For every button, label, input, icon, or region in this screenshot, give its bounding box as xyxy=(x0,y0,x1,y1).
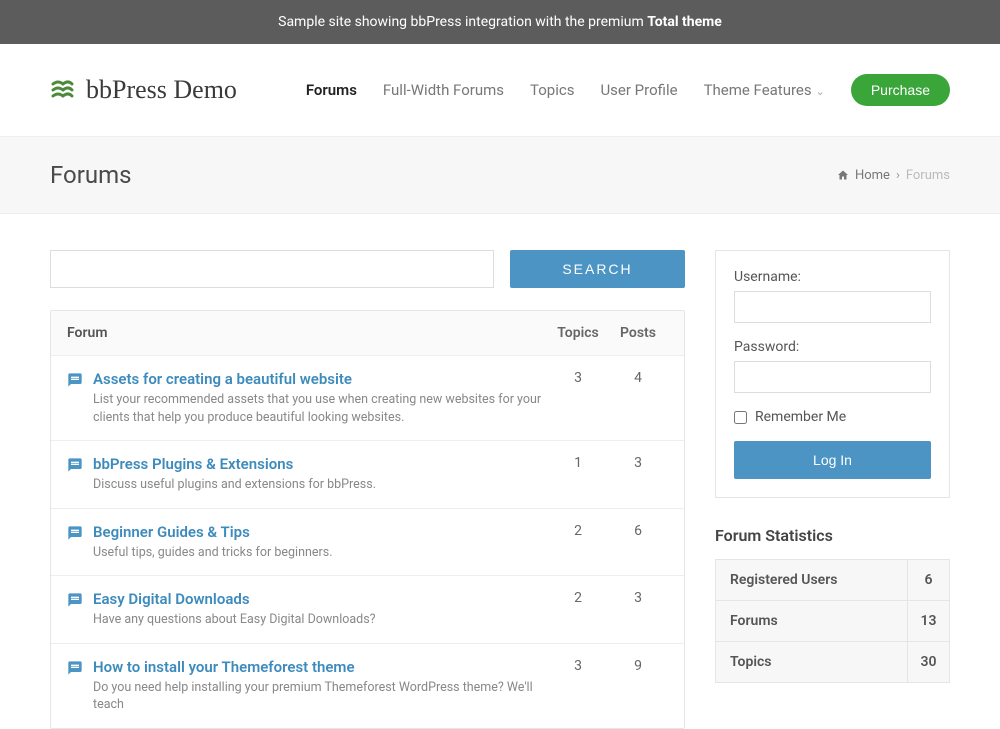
col-forum-header: Forum xyxy=(67,325,548,341)
search-button[interactable]: SEARCH xyxy=(510,250,685,288)
forum-topics-count: 2 xyxy=(548,590,608,606)
nav-full-width[interactable]: Full-Width Forums xyxy=(383,81,504,99)
forum-description: Have any questions about Easy Digital Do… xyxy=(93,611,548,629)
forum-topics-count: 1 xyxy=(548,455,608,471)
remember-label: Remember Me xyxy=(755,409,846,425)
banner-bold: Total theme xyxy=(647,14,722,30)
nav-theme-features-label: Theme Features xyxy=(704,81,812,99)
nav-topics[interactable]: Topics xyxy=(530,81,574,99)
col-posts-header: Posts xyxy=(608,325,668,341)
stats-item: Topics 30 xyxy=(715,641,950,683)
forum-topics-count: 3 xyxy=(548,658,608,674)
forum-posts-count: 3 xyxy=(608,455,668,471)
stats-item: Forums 13 xyxy=(715,600,950,642)
forum-table-header: Forum Topics Posts xyxy=(51,311,684,356)
chat-icon xyxy=(67,592,83,608)
login-button[interactable]: Log In xyxy=(734,441,931,479)
forum-topics-count: 3 xyxy=(548,370,608,386)
forum-link[interactable]: How to install your Themeforest theme xyxy=(93,658,548,676)
breadcrumb-separator: › xyxy=(896,168,900,183)
chevron-down-icon: ⌄ xyxy=(816,85,825,98)
sidebar: Username: Password: Remember Me Log In F… xyxy=(715,250,950,682)
search-input[interactable] xyxy=(50,250,494,288)
remember-checkbox[interactable] xyxy=(734,411,747,424)
banner-text: Sample site showing bbPress integration … xyxy=(278,14,647,30)
chat-icon xyxy=(67,660,83,676)
nav-forums[interactable]: Forums xyxy=(306,81,357,99)
chat-icon xyxy=(67,525,83,541)
logo-icon xyxy=(50,78,74,102)
password-input[interactable] xyxy=(734,361,931,393)
nav-user-profile[interactable]: User Profile xyxy=(600,81,677,99)
forum-row: How to install your Themeforest theme Do… xyxy=(51,644,684,728)
content-area: SEARCH Forum Topics Posts Assets for cre… xyxy=(50,250,685,729)
title-bar: Forums Home › Forums xyxy=(0,136,1000,214)
chat-icon xyxy=(67,457,83,473)
stats-value: 30 xyxy=(907,642,949,682)
forum-table: Forum Topics Posts Assets for creating a… xyxy=(50,310,685,729)
forum-description: Useful tips, guides and tricks for begin… xyxy=(93,544,548,562)
stats-label: Registered Users xyxy=(716,560,907,600)
page-title: Forums xyxy=(50,161,132,189)
forum-description: Discuss useful plugins and extensions fo… xyxy=(93,476,548,494)
forum-link[interactable]: Assets for creating a beautiful website xyxy=(93,370,548,388)
forum-link[interactable]: Easy Digital Downloads xyxy=(93,590,548,608)
nav-theme-features[interactable]: Theme Features ⌄ xyxy=(704,81,825,99)
forum-link[interactable]: Beginner Guides & Tips xyxy=(93,523,548,541)
col-topics-header: Topics xyxy=(548,325,608,341)
forum-stats-list: Registered Users 6 Forums 13 Topics 30 xyxy=(715,559,950,683)
forum-description: Do you need help installing your premium… xyxy=(93,679,548,714)
stats-label: Topics xyxy=(716,642,907,682)
stats-label: Forums xyxy=(716,601,907,641)
forum-posts-count: 3 xyxy=(608,590,668,606)
forum-posts-count: 9 xyxy=(608,658,668,674)
site-header: bbPress Demo Forums Full-Width Forums To… xyxy=(0,44,1000,136)
username-input[interactable] xyxy=(734,291,931,323)
forum-row: Easy Digital Downloads Have any question… xyxy=(51,576,684,644)
main-nav: Forums Full-Width Forums Topics User Pro… xyxy=(306,74,950,106)
search-row: SEARCH xyxy=(50,250,685,288)
login-box: Username: Password: Remember Me Log In xyxy=(715,250,950,498)
logo-text: bbPress Demo xyxy=(86,75,237,105)
forum-row: Assets for creating a beautiful website … xyxy=(51,356,684,441)
top-banner: Sample site showing bbPress integration … xyxy=(0,0,1000,44)
username-label: Username: xyxy=(734,269,931,285)
stats-item: Registered Users 6 xyxy=(715,559,950,601)
forum-posts-count: 4 xyxy=(608,370,668,386)
logo[interactable]: bbPress Demo xyxy=(50,75,237,105)
breadcrumb: Home › Forums xyxy=(837,168,950,183)
main-content: SEARCH Forum Topics Posts Assets for cre… xyxy=(0,214,1000,729)
purchase-button[interactable]: Purchase xyxy=(851,74,950,106)
forum-stats-heading: Forum Statistics xyxy=(715,526,950,545)
forum-row: bbPress Plugins & Extensions Discuss use… xyxy=(51,441,684,509)
forum-topics-count: 2 xyxy=(548,523,608,539)
stats-value: 6 xyxy=(907,560,949,600)
home-icon xyxy=(837,169,849,181)
breadcrumb-current: Forums xyxy=(906,168,950,183)
forum-row: Beginner Guides & Tips Useful tips, guid… xyxy=(51,509,684,577)
breadcrumb-home[interactable]: Home xyxy=(855,168,890,183)
password-label: Password: xyxy=(734,339,931,355)
forum-link[interactable]: bbPress Plugins & Extensions xyxy=(93,455,548,473)
stats-value: 13 xyxy=(907,601,949,641)
chat-icon xyxy=(67,372,83,388)
forum-posts-count: 6 xyxy=(608,523,668,539)
forum-description: List your recommended assets that you us… xyxy=(93,391,548,426)
